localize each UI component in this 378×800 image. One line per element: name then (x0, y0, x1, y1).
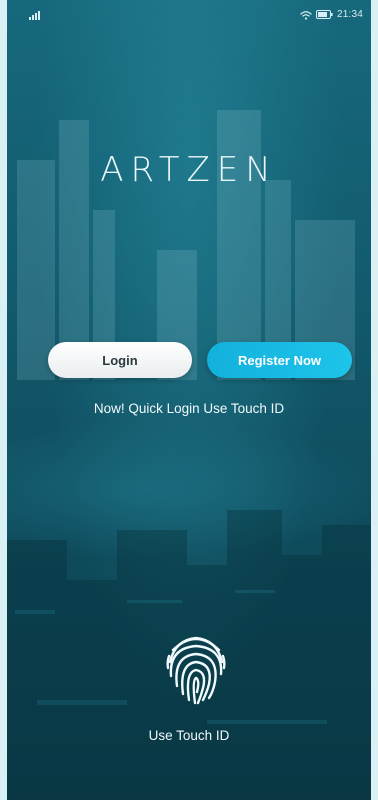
haze-decoration (7, 420, 371, 560)
login-button[interactable]: Login (48, 342, 192, 378)
quick-login-text: Now! Quick Login Use Touch ID (93, 401, 285, 416)
fingerprint-icon[interactable] (165, 628, 227, 706)
touch-id-label: Use Touch ID (148, 728, 230, 743)
login-screen: 21:34 ARTZEN Login Register Now Now! Qui… (7, 0, 371, 800)
status-time: 21:34 (336, 9, 363, 20)
wifi-icon (300, 10, 312, 20)
app-logo: ARTZEN (100, 150, 278, 190)
status-bar: 21:34 (7, 0, 371, 28)
status-right: 21:34 (300, 9, 363, 20)
city-background-decoration (17, 110, 355, 380)
battery-icon (315, 10, 333, 19)
signal-icon (29, 11, 40, 20)
register-now-button[interactable]: Register Now (207, 342, 352, 378)
